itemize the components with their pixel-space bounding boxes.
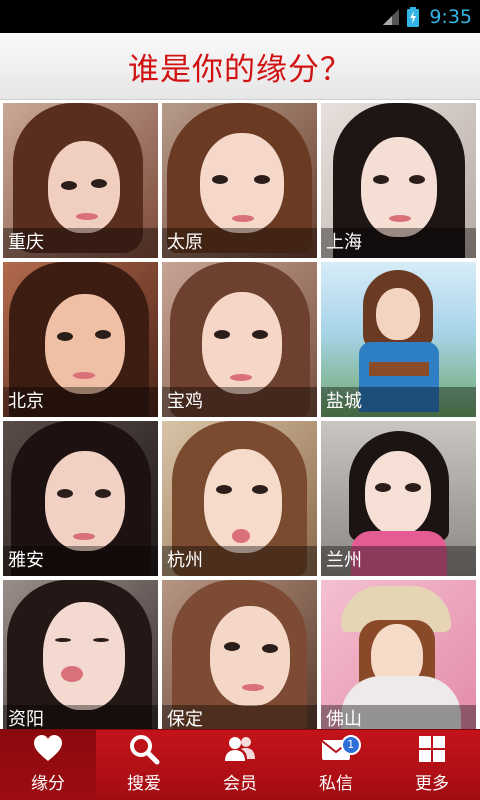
- photo-lips: [61, 666, 83, 682]
- tab-label: 更多: [415, 774, 449, 794]
- status-bar: 9:35: [0, 0, 480, 33]
- photo-eye: [254, 175, 270, 184]
- photo-eye: [57, 332, 73, 341]
- profile-city: 重庆: [3, 228, 158, 258]
- photo-lips: [230, 374, 252, 381]
- photo-eye: [61, 181, 77, 190]
- bottom-tab-bar: 缘分 搜爱 会员 1 私信 更多: [0, 729, 480, 800]
- status-icons: 9:35: [381, 0, 472, 33]
- profile-card[interactable]: 保定: [162, 580, 317, 729]
- photo-face: [45, 294, 125, 394]
- photo-eye: [224, 642, 240, 651]
- members-icon: [225, 737, 255, 761]
- profile-city: 上海: [321, 228, 476, 258]
- photo-eye: [216, 485, 232, 494]
- photo-eye: [214, 330, 230, 339]
- profile-card[interactable]: 重庆: [3, 103, 158, 258]
- profile-card[interactable]: 宝鸡: [162, 262, 317, 417]
- profile-card[interactable]: 上海: [321, 103, 476, 258]
- photo-eye: [55, 638, 71, 642]
- profile-city: 宝鸡: [162, 387, 317, 417]
- photo-lips: [73, 372, 95, 379]
- heart-icon: [34, 735, 62, 761]
- profile-grid[interactable]: 重庆 太原 上海 北京 宝鸡 盐城 雅安 杭州 兰州 资阳 保定 佛山: [0, 100, 480, 729]
- photo-eye: [262, 644, 278, 653]
- photo-lips: [232, 529, 250, 543]
- photo-eye: [252, 330, 268, 339]
- photo-eye: [409, 175, 425, 184]
- photo-eye: [375, 483, 391, 492]
- tab-sixin[interactable]: 1 私信: [288, 730, 384, 800]
- battery-icon: [407, 6, 420, 27]
- photo-eye: [212, 175, 228, 184]
- grid-icon: [419, 736, 445, 762]
- tab-label: 会员: [223, 774, 257, 794]
- photo-lips: [389, 215, 411, 222]
- photo-face: [361, 137, 437, 237]
- tab-huiyuan[interactable]: 会员: [192, 730, 288, 800]
- title-bar: 谁是你的缘分？: [0, 33, 480, 100]
- photo-eye: [95, 330, 111, 339]
- photo-face: [376, 288, 420, 340]
- profile-city: 雅安: [3, 546, 158, 576]
- profile-city: 兰州: [321, 546, 476, 576]
- photo-eye: [91, 179, 107, 188]
- photo-lips: [232, 215, 254, 222]
- profile-card[interactable]: 佛山: [321, 580, 476, 729]
- photo-eye: [95, 489, 111, 498]
- search-icon: [130, 735, 160, 765]
- photo-eye: [405, 483, 421, 492]
- profile-city: 北京: [3, 387, 158, 417]
- photo-eye: [57, 489, 73, 498]
- page-title: 谁是你的缘分？: [128, 51, 352, 88]
- tab-label: 私信: [319, 774, 353, 794]
- photo-face: [43, 602, 125, 710]
- profile-city: 保定: [162, 705, 317, 729]
- photo-face: [365, 451, 431, 535]
- profile-city: 杭州: [162, 546, 317, 576]
- photo-eye: [93, 638, 109, 642]
- profile-card[interactable]: 杭州: [162, 421, 317, 576]
- tab-label: 缘分: [31, 774, 65, 794]
- photo-eye: [252, 485, 268, 494]
- tab-souai[interactable]: 搜爱: [96, 730, 192, 800]
- tab-gengduo[interactable]: 更多: [384, 730, 480, 800]
- profile-card[interactable]: 兰州: [321, 421, 476, 576]
- profile-card[interactable]: 太原: [162, 103, 317, 258]
- profile-card[interactable]: 雅安: [3, 421, 158, 576]
- photo-lips: [76, 213, 98, 220]
- profile-city: 盐城: [321, 387, 476, 417]
- tab-label: 搜爱: [127, 774, 161, 794]
- profile-card[interactable]: 资阳: [3, 580, 158, 729]
- photo-lips: [242, 684, 264, 691]
- profile-city: 佛山: [321, 705, 476, 729]
- signal-icon: [383, 8, 400, 25]
- profile-city: 资阳: [3, 705, 158, 729]
- tab-yuanfen[interactable]: 缘分: [0, 730, 96, 800]
- profile-card[interactable]: 北京: [3, 262, 158, 417]
- photo-face: [210, 606, 290, 706]
- unread-badge: 1: [340, 735, 361, 755]
- status-clock: 9:35: [429, 5, 472, 28]
- photo-eye: [373, 175, 389, 184]
- photo-lips: [73, 533, 95, 540]
- profile-card[interactable]: 盐城: [321, 262, 476, 417]
- profile-city: 太原: [162, 228, 317, 258]
- photo-belt: [369, 362, 429, 376]
